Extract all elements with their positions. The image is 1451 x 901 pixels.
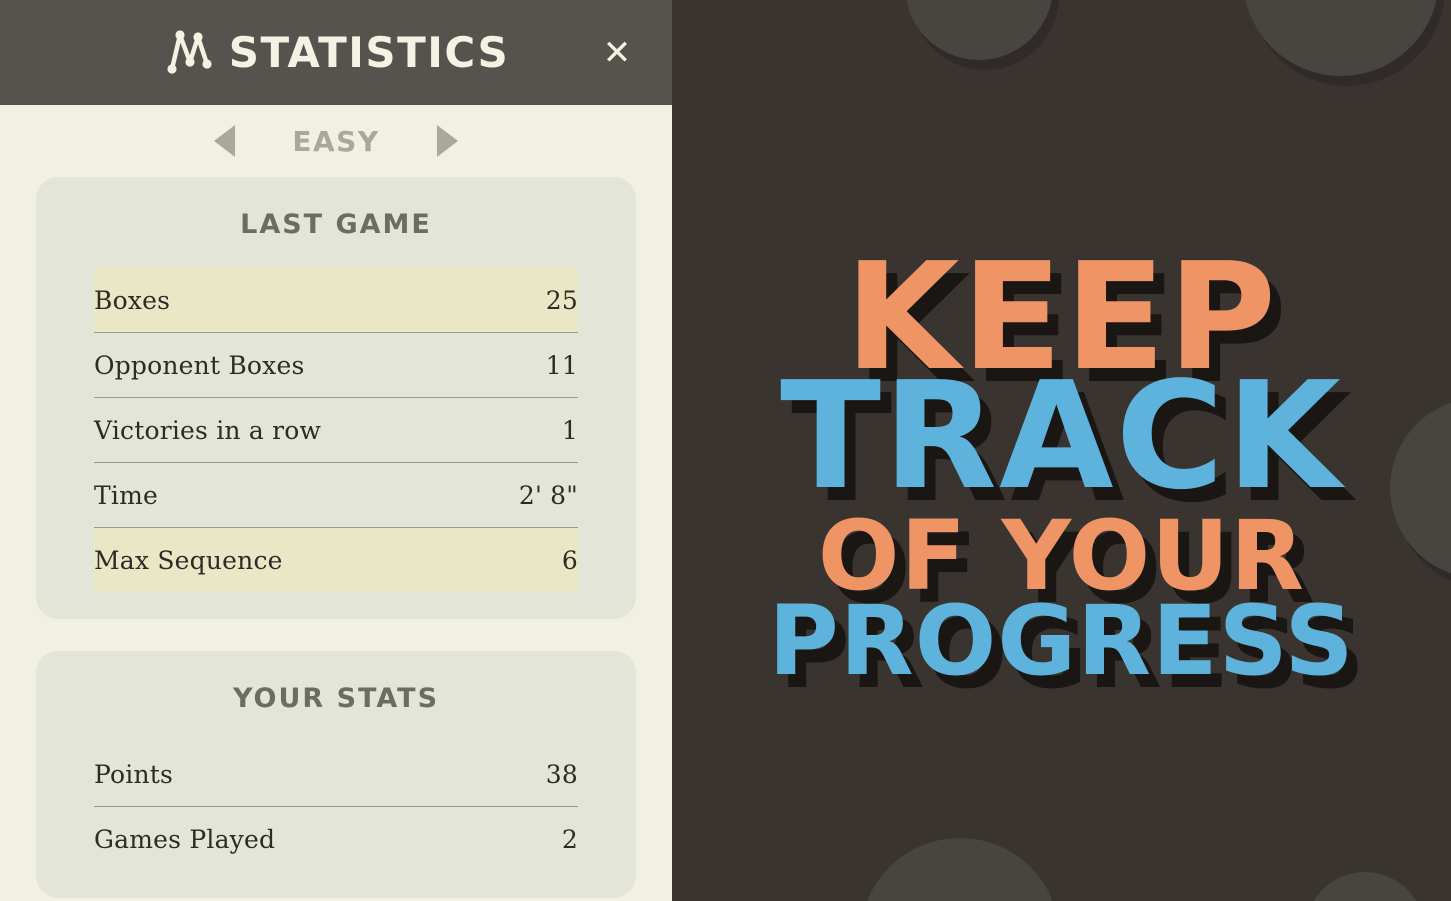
stat-label: Opponent Boxes — [94, 350, 305, 380]
stat-label: Time — [94, 480, 158, 510]
card-your-stats: YOUR STATS Points 38 Games Played 2 — [36, 651, 636, 898]
triangle-right-icon — [437, 125, 458, 157]
table-row: Opponent Boxes 11 — [94, 333, 578, 398]
table-row: Time 2' 8" — [94, 463, 578, 528]
triangle-left-icon — [214, 125, 235, 157]
difficulty-next-button[interactable] — [411, 125, 484, 157]
difficulty-prev-button[interactable] — [188, 125, 261, 157]
card-title: LAST GAME — [240, 209, 432, 240]
promo-line-2: TRACK — [780, 350, 1343, 523]
statistics-panel: STATISTICS ✕ EASY LAST GAME Boxes 25 Opp… — [0, 0, 672, 901]
stat-label: Points — [94, 759, 174, 789]
stat-label: Max Sequence — [94, 546, 283, 575]
stat-value: 25 — [545, 285, 578, 315]
table-row: Games Played 2 — [94, 807, 578, 872]
panel-header: STATISTICS ✕ — [0, 0, 672, 105]
stat-label: Boxes — [94, 285, 171, 315]
stat-value: 6 — [561, 546, 578, 575]
card-last-game: LAST GAME Boxes 25 Opponent Boxes 11 Vic… — [36, 177, 636, 619]
card-title: YOUR STATS — [232, 683, 440, 714]
stat-value: 2' 8" — [518, 480, 578, 510]
table-row: Max Sequence 6 — [94, 528, 578, 593]
stat-row-list: Points 38 Games Played 2 — [36, 742, 636, 872]
close-button[interactable]: ✕ — [582, 0, 652, 105]
line-chart-icon — [163, 24, 215, 81]
stat-label: Victories in a row — [94, 415, 322, 445]
stats-scroll-area[interactable]: LAST GAME Boxes 25 Opponent Boxes 11 Vic… — [0, 177, 672, 901]
statistics-screen: KEEP TRACK OF YOUR PROGRESS STATISTICS ✕… — [0, 0, 1451, 901]
stat-value: 1 — [561, 415, 578, 445]
difficulty-label: EASY — [292, 124, 380, 158]
stat-value: 2 — [561, 825, 578, 854]
promo-line-4: PROGRESS — [768, 585, 1355, 698]
promo-banner: KEEP TRACK OF YOUR PROGRESS — [672, 0, 1451, 901]
stat-label: Games Played — [94, 825, 276, 854]
table-row: Victories in a row 1 — [94, 398, 578, 463]
table-row: Points 38 — [94, 742, 578, 807]
page-title: STATISTICS — [228, 28, 510, 77]
stat-value: 11 — [545, 350, 578, 380]
stat-value: 38 — [545, 759, 578, 789]
table-row: Boxes 25 — [94, 268, 578, 333]
difficulty-selector: EASY — [0, 105, 672, 177]
stat-row-list: Boxes 25 Opponent Boxes 11 Victories in … — [36, 268, 636, 593]
